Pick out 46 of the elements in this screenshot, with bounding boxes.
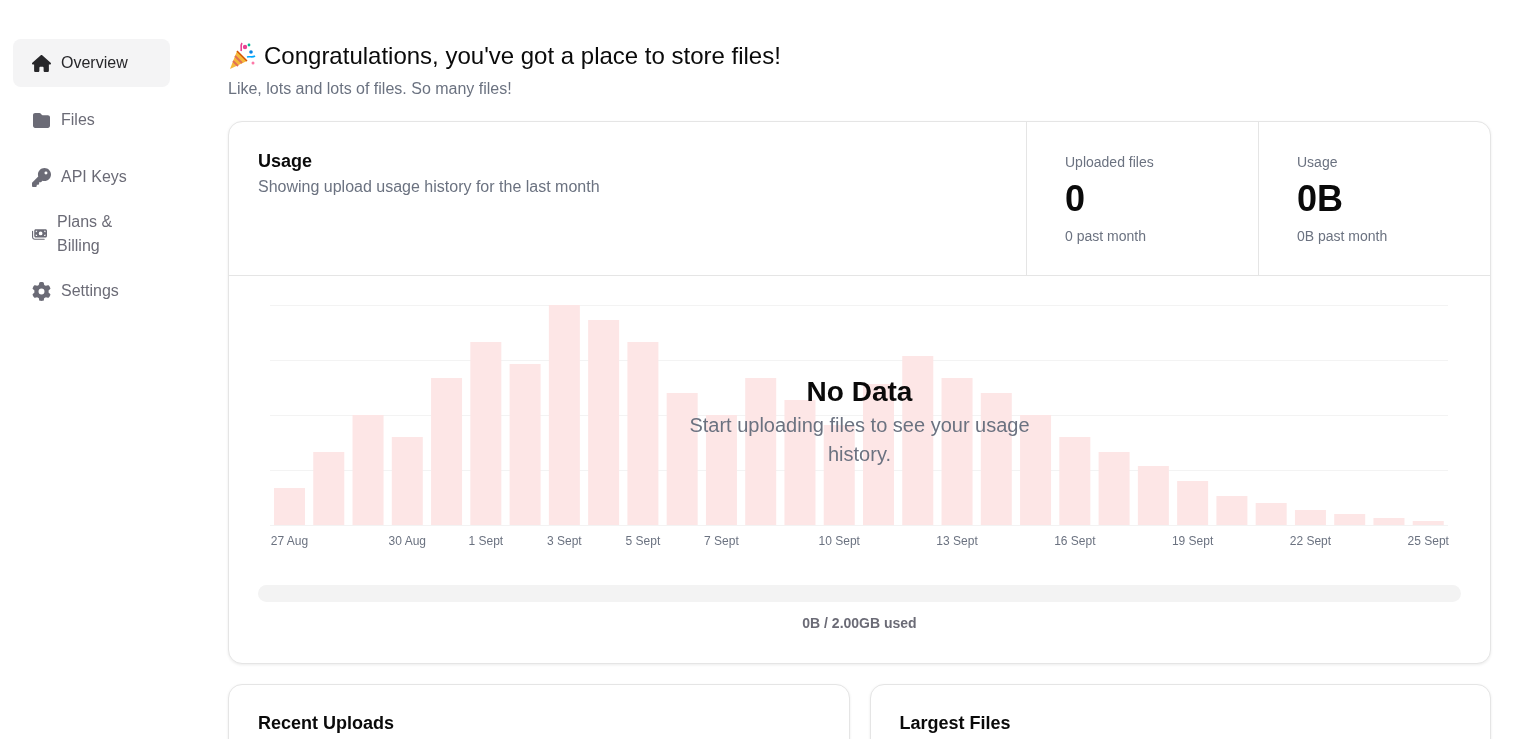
page-title: Congratulations, you've got a place to store files!: [264, 41, 781, 71]
key-icon: [32, 167, 51, 187]
axis-label: 3 Sept: [547, 534, 582, 548]
axis-label: 30 Aug: [388, 534, 426, 548]
axis-label: 19 Sept: [1171, 534, 1214, 548]
sidebar-item[interactable]: Overview: [13, 39, 170, 87]
axis-label: 1 Sept: [468, 534, 504, 548]
sidebar-item[interactable]: Plans & Billing: [13, 210, 170, 258]
page-subtitle: Like, lots and lots of files. So many files!: [228, 79, 513, 99]
party-popper-icon: [228, 42, 256, 70]
empty-state-message: Start uploading files to see your usage history.: [688, 413, 1031, 467]
stat-label: Usage: [1297, 153, 1339, 172]
axis-label: 25 Sept: [1407, 534, 1449, 548]
stat-value: 0: [1065, 179, 1087, 219]
chart-bar: [1373, 518, 1405, 525]
axis-label: 10 Sept: [818, 534, 860, 548]
card-title: Largest Files: [899, 712, 1012, 735]
axis-label: 5 Sept: [625, 534, 661, 548]
chart-bar: [1294, 510, 1326, 525]
stat-note: 0 past month: [1065, 227, 1147, 246]
folder-icon: [32, 111, 51, 129]
sidebar-item[interactable]: Files: [13, 96, 170, 144]
axis-label: 7 Sept: [704, 534, 739, 548]
sidebar-item[interactable]: Settings: [13, 267, 170, 315]
chart-bar: [1334, 514, 1366, 525]
stat-note: 0B past month: [1297, 227, 1389, 246]
chart-bar: [1137, 466, 1169, 525]
axis-label: 13 Sept: [936, 534, 978, 548]
empty-state-title: No Data: [806, 375, 913, 409]
stat-label: Uploaded files: [1065, 153, 1155, 172]
money-bills-icon: [32, 227, 47, 241]
house-icon: [32, 54, 51, 72]
card-subtitle: Showing upload usage history for the last month: [258, 177, 601, 197]
chart-bar: [274, 488, 305, 525]
settings-icon: [32, 281, 51, 301]
storage-caption: 0B / 2.00GB used: [801, 614, 918, 633]
chart-bar: [1216, 496, 1248, 525]
card-title: Usage: [258, 150, 314, 173]
sidebar-item[interactable]: API Keys: [13, 153, 170, 201]
axis-label: 27 Aug: [270, 534, 309, 548]
card-title: Recent Uploads: [258, 712, 396, 735]
chart-bar: [1255, 503, 1287, 525]
chart-bar: [1177, 481, 1209, 525]
stat-value: 0B: [1297, 179, 1345, 219]
axis-label: 22 Sept: [1289, 534, 1332, 548]
axis-label: 16 Sept: [1054, 534, 1096, 548]
